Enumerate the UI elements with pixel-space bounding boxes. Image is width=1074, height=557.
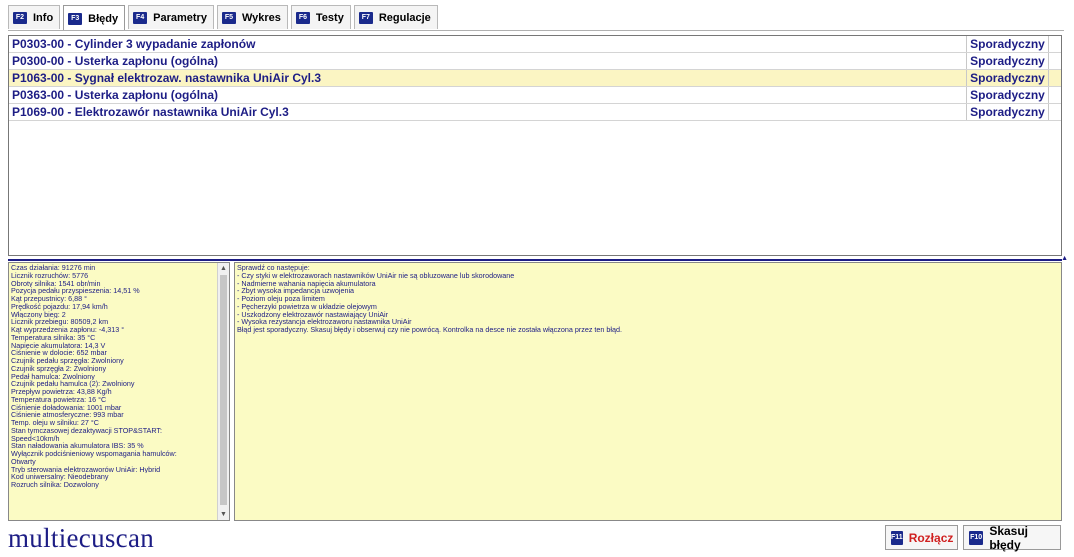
tab-label: Błędy bbox=[88, 12, 119, 25]
error-notes-pane: Sprawdź co następuje: - Czy styki w elekt… bbox=[234, 262, 1062, 521]
tab-label: Parametry bbox=[153, 11, 207, 24]
freeze-frame-line: Włączony bieg: 2 bbox=[11, 310, 66, 319]
freeze-frame-line: Obroty silnika: 1541 obr/min bbox=[11, 279, 101, 288]
freeze-frame-line: Czujnik pedału hamulca (2): Zwolniony bbox=[11, 380, 135, 388]
error-status: Sporadyczny bbox=[966, 53, 1048, 69]
freeze-frame-line: Stan tymczasowej dezaktywacji STOP&START… bbox=[11, 426, 162, 435]
freeze-frame-line: Tryb sterowania elektrozaworów UniAir: H… bbox=[11, 465, 161, 474]
row-spacer bbox=[1048, 53, 1061, 69]
freeze-frame-line: Rozruch silnika: Dozwolony bbox=[11, 481, 99, 489]
freeze-frame-line: Temperatura powietrza: 16 °C bbox=[11, 395, 107, 404]
collapse-arrow-icon[interactable]: ▲ bbox=[1061, 255, 1068, 262]
error-code: P1063-00 - Sygnał elektrozaw. nastawnika… bbox=[12, 71, 322, 85]
freeze-frame-line: Kąt przepustnicy: 6,88 ° bbox=[11, 295, 87, 303]
disconnect-button[interactable]: F11 Rozłącz bbox=[885, 525, 958, 550]
freeze-frame-line: Prędkość pojazdu: 17,94 km/h bbox=[11, 302, 108, 311]
tab-info[interactable]: F2 Info bbox=[8, 5, 61, 29]
scroll-up-icon[interactable]: ▲ bbox=[218, 263, 229, 274]
f7-key-icon: F7 bbox=[358, 11, 373, 24]
freeze-frame-line: Temperatura silnika: 35 °C bbox=[11, 333, 96, 342]
tab-label: Wykres bbox=[241, 11, 281, 24]
tab-underline bbox=[8, 30, 1064, 31]
freeze-frame-line: Speed<10km/h bbox=[11, 434, 60, 443]
freeze-frame-line: Licznik rozruchów: 5776 bbox=[11, 271, 89, 280]
error-list: P0303-00 - Cylinder 3 wypadanie zapłonów… bbox=[8, 35, 1062, 256]
error-code: P1069-00 - Elektrozawór nastawnika UniAi… bbox=[12, 105, 289, 119]
note-line: Błąd jest sporadyczny. Skasuj błędy i ob… bbox=[237, 325, 623, 334]
freeze-frame-pane: Czas działania: 91276 min Licznik rozruch… bbox=[8, 262, 230, 521]
freeze-frame-line: Ciśnienie w dolocie: 652 mbar bbox=[11, 349, 107, 357]
f2-key-icon: F2 bbox=[13, 11, 27, 24]
f6-key-icon: F6 bbox=[295, 11, 310, 24]
scroll-thumb[interactable] bbox=[220, 275, 227, 505]
app-logo: multiecuscan bbox=[8, 523, 155, 553]
error-row[interactable]: P0363-00 - Usterka zapłonu (ogólna) Spora… bbox=[9, 87, 1061, 104]
tab-wykres[interactable]: F5 Wykres bbox=[216, 5, 288, 29]
row-spacer bbox=[1048, 87, 1061, 103]
row-spacer bbox=[1048, 70, 1061, 86]
tab-label: Info bbox=[33, 11, 54, 24]
scroll-down-icon[interactable]: ▼ bbox=[218, 509, 229, 520]
error-code: P0303-00 - Cylinder 3 wypadanie zapłonów bbox=[12, 37, 256, 51]
error-row[interactable]: P1069-00 - Elektrozawór nastawnika UniAi… bbox=[9, 104, 1061, 121]
freeze-frame-line: Czujnik pedału sprzęgła: Zwolniony bbox=[11, 357, 124, 365]
tab-label: Testy bbox=[315, 11, 344, 24]
freeze-frame-line: Wyłącznik podciśnieniowy wspomagania ham… bbox=[11, 450, 177, 458]
error-code: P0300-00 - Usterka zapłonu (ogólna) bbox=[12, 54, 219, 68]
pane-divider[interactable] bbox=[8, 259, 1062, 261]
freeze-frame-line: Stan naładowania akumulatora IBS: 35 % bbox=[11, 442, 144, 450]
f10-key-icon: F10 bbox=[969, 530, 984, 545]
freeze-frame-line: Otwarty bbox=[11, 457, 36, 466]
error-row[interactable]: P0300-00 - Usterka zapłonu (ogólna) Spora… bbox=[9, 53, 1061, 70]
f3-key-icon: F3 bbox=[68, 12, 83, 25]
row-spacer bbox=[1048, 36, 1061, 52]
f11-key-icon: F11 bbox=[891, 530, 903, 545]
freeze-frame-line: Licznik przebiegu: 80509,2 km bbox=[11, 318, 109, 326]
tab-testy[interactable]: F6 Testy bbox=[290, 5, 351, 29]
error-code: P0363-00 - Usterka zapłonu (ogólna) bbox=[12, 88, 219, 102]
error-status: Sporadyczny bbox=[966, 87, 1048, 103]
freeze-frame-line: Temp. oleju w silniku: 27 °C bbox=[11, 419, 99, 427]
error-notes-list: Sprawdź co następuje: - Czy styki w elekt… bbox=[237, 264, 622, 334]
freeze-frame-line: Czujnik sprzęgła 2: Zwolniony bbox=[11, 364, 107, 373]
error-row[interactable]: P1063-00 - Sygnał elektrozaw. nastawnika… bbox=[9, 70, 1061, 87]
freeze-frame-line: Przepływ powietrza: 43,88 Kg/h bbox=[11, 388, 112, 396]
clear-errors-button[interactable]: F10 Skasuj błędy bbox=[963, 523, 1061, 552]
freeze-frame-line: Kod uniwersalny: Nieodebrany bbox=[11, 473, 109, 481]
f5-key-icon: F5 bbox=[221, 11, 236, 24]
freeze-frame-line: Czas działania: 91276 min bbox=[11, 264, 96, 272]
freeze-frame-line: Pozycja pedału przyspieszenia: 14,51 % bbox=[11, 287, 140, 295]
tab-parametry[interactable]: F4 Parametry bbox=[128, 5, 214, 29]
freeze-frame-line: Napięcie akumulatora: 14,3 V bbox=[11, 341, 106, 350]
freeze-frame-line: Pedał hamulca: Zwolniony bbox=[11, 372, 95, 381]
tab-bar: F2 Info F3 Błędy F4 Parametry F5 Wykres F6 Testy F… bbox=[8, 5, 438, 31]
freeze-frame-scrollbar[interactable]: ▲ ▼ bbox=[217, 263, 229, 520]
error-row[interactable]: P0303-00 - Cylinder 3 wypadanie zapłonów… bbox=[9, 36, 1061, 53]
disconnect-label: Rozłącz bbox=[908, 530, 954, 545]
tab-label: Regulacje bbox=[378, 11, 431, 24]
freeze-frame-line: Kąt wyprzedzenia zapłonu: -4,313 ° bbox=[11, 326, 125, 334]
tab-błędy[interactable]: F3 Błędy bbox=[63, 5, 126, 31]
freeze-frame-line: Ciśnienie atmosferyczne: 993 mbar bbox=[11, 411, 124, 419]
error-status: Sporadyczny bbox=[966, 36, 1048, 52]
clear-errors-label: Skasuj błędy bbox=[989, 523, 1029, 552]
error-status: Sporadyczny bbox=[966, 104, 1048, 120]
tab-regulacje[interactable]: F7 Regulacje bbox=[353, 5, 438, 29]
row-spacer bbox=[1048, 104, 1061, 120]
freeze-frame-line: Ciśnienie doładowania: 1001 mbar bbox=[11, 403, 122, 412]
error-status: Sporadyczny bbox=[966, 70, 1048, 86]
freeze-frame-list: Czas działania: 91276 min Licznik rozruch… bbox=[11, 264, 216, 489]
f4-key-icon: F4 bbox=[133, 11, 148, 24]
